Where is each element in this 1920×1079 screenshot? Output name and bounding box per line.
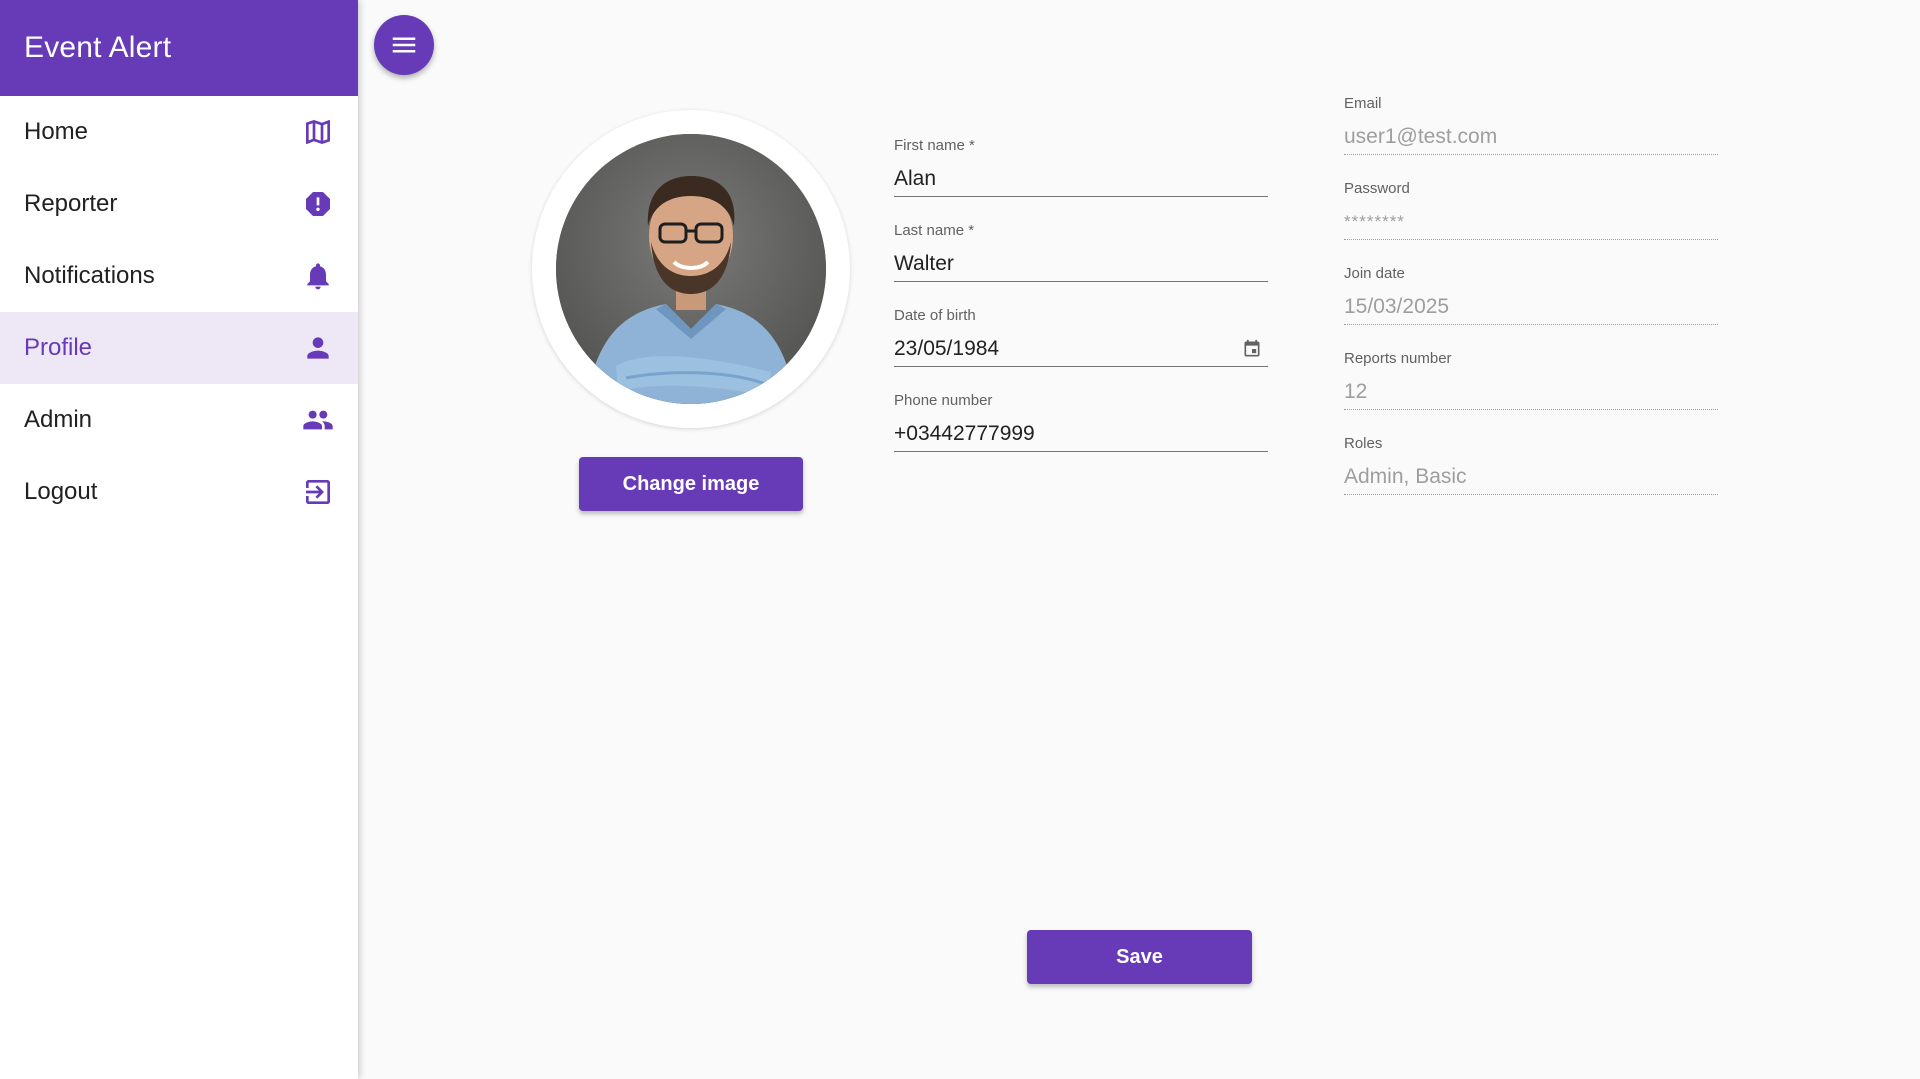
date-of-birth-input[interactable] <box>894 336 1242 361</box>
email-label: Email <box>1344 95 1382 112</box>
reports-number-value: 12 <box>1344 370 1718 410</box>
first-name-label: First name * <box>894 137 975 154</box>
sidebar: Event Alert Home Reporter Notifications … <box>0 0 358 1079</box>
first-name-field: First name * <box>894 137 1268 197</box>
phone-number-field: Phone number <box>894 392 1268 452</box>
sidebar-item-label: Reporter <box>24 190 118 217</box>
change-image-button[interactable]: Change image <box>579 457 803 511</box>
roles-value: Admin, Basic <box>1344 455 1718 495</box>
last-name-input-wrapper <box>894 242 1268 282</box>
last-name-label: Last name * <box>894 222 975 239</box>
last-name-input[interactable] <box>894 251 1268 276</box>
profile-avatar <box>556 134 826 404</box>
person-icon <box>302 332 334 364</box>
date-of-birth-field: Date of birth <box>894 307 1268 367</box>
app-title: Event Alert <box>24 31 172 64</box>
date-of-birth-input-wrapper <box>894 327 1268 367</box>
email-value: user1@test.com <box>1344 115 1718 155</box>
sidebar-item-label: Profile <box>24 334 93 361</box>
sidebar-nav: Home Reporter Notifications Profile Admi… <box>0 96 358 528</box>
sidebar-item-profile[interactable]: Profile <box>0 312 358 384</box>
date-of-birth-label: Date of birth <box>894 307 976 324</box>
sidebar-header: Event Alert <box>0 0 358 96</box>
sidebar-item-admin[interactable]: Admin <box>0 384 358 456</box>
calendar-icon[interactable] <box>1242 339 1262 359</box>
roles-field: Roles Admin, Basic <box>1344 435 1718 495</box>
sidebar-item-logout[interactable]: Logout <box>0 456 358 528</box>
sidebar-item-notifications[interactable]: Notifications <box>0 240 358 312</box>
phone-number-input[interactable] <box>894 421 1268 446</box>
join-date-value: 15/03/2025 <box>1344 285 1718 325</box>
phone-number-input-wrapper <box>894 412 1268 452</box>
sidebar-item-label: Logout <box>24 478 98 505</box>
menu-toggle-button[interactable] <box>374 15 434 75</box>
join-date-field: Join date 15/03/2025 <box>1344 265 1718 325</box>
first-name-input[interactable] <box>894 166 1268 191</box>
roles-label: Roles <box>1344 435 1383 452</box>
first-name-input-wrapper <box>894 157 1268 197</box>
people-icon <box>302 404 334 436</box>
bell-icon <box>302 260 334 292</box>
email-field: Email user1@test.com <box>1344 95 1718 155</box>
sidebar-item-label: Home <box>24 118 89 145</box>
exit-icon <box>302 476 334 508</box>
report-icon <box>302 188 334 220</box>
map-icon <box>302 116 334 148</box>
sidebar-item-label: Admin <box>24 406 93 433</box>
join-date-label: Join date <box>1344 265 1405 282</box>
reports-number-field: Reports number 12 <box>1344 350 1718 410</box>
last-name-field: Last name * <box>894 222 1268 282</box>
sidebar-item-reporter[interactable]: Reporter <box>0 168 358 240</box>
sidebar-item-label: Notifications <box>24 262 155 289</box>
password-label: Password <box>1344 180 1410 197</box>
reports-number-label: Reports number <box>1344 350 1452 367</box>
sidebar-item-home[interactable]: Home <box>0 96 358 168</box>
phone-number-label: Phone number <box>894 392 993 409</box>
save-button[interactable]: Save <box>1027 930 1252 984</box>
profile-photo <box>556 134 826 404</box>
profile-avatar-frame <box>532 110 850 428</box>
password-value: ******** <box>1344 200 1718 240</box>
password-field: Password ******** <box>1344 180 1718 240</box>
hamburger-icon <box>392 37 416 53</box>
